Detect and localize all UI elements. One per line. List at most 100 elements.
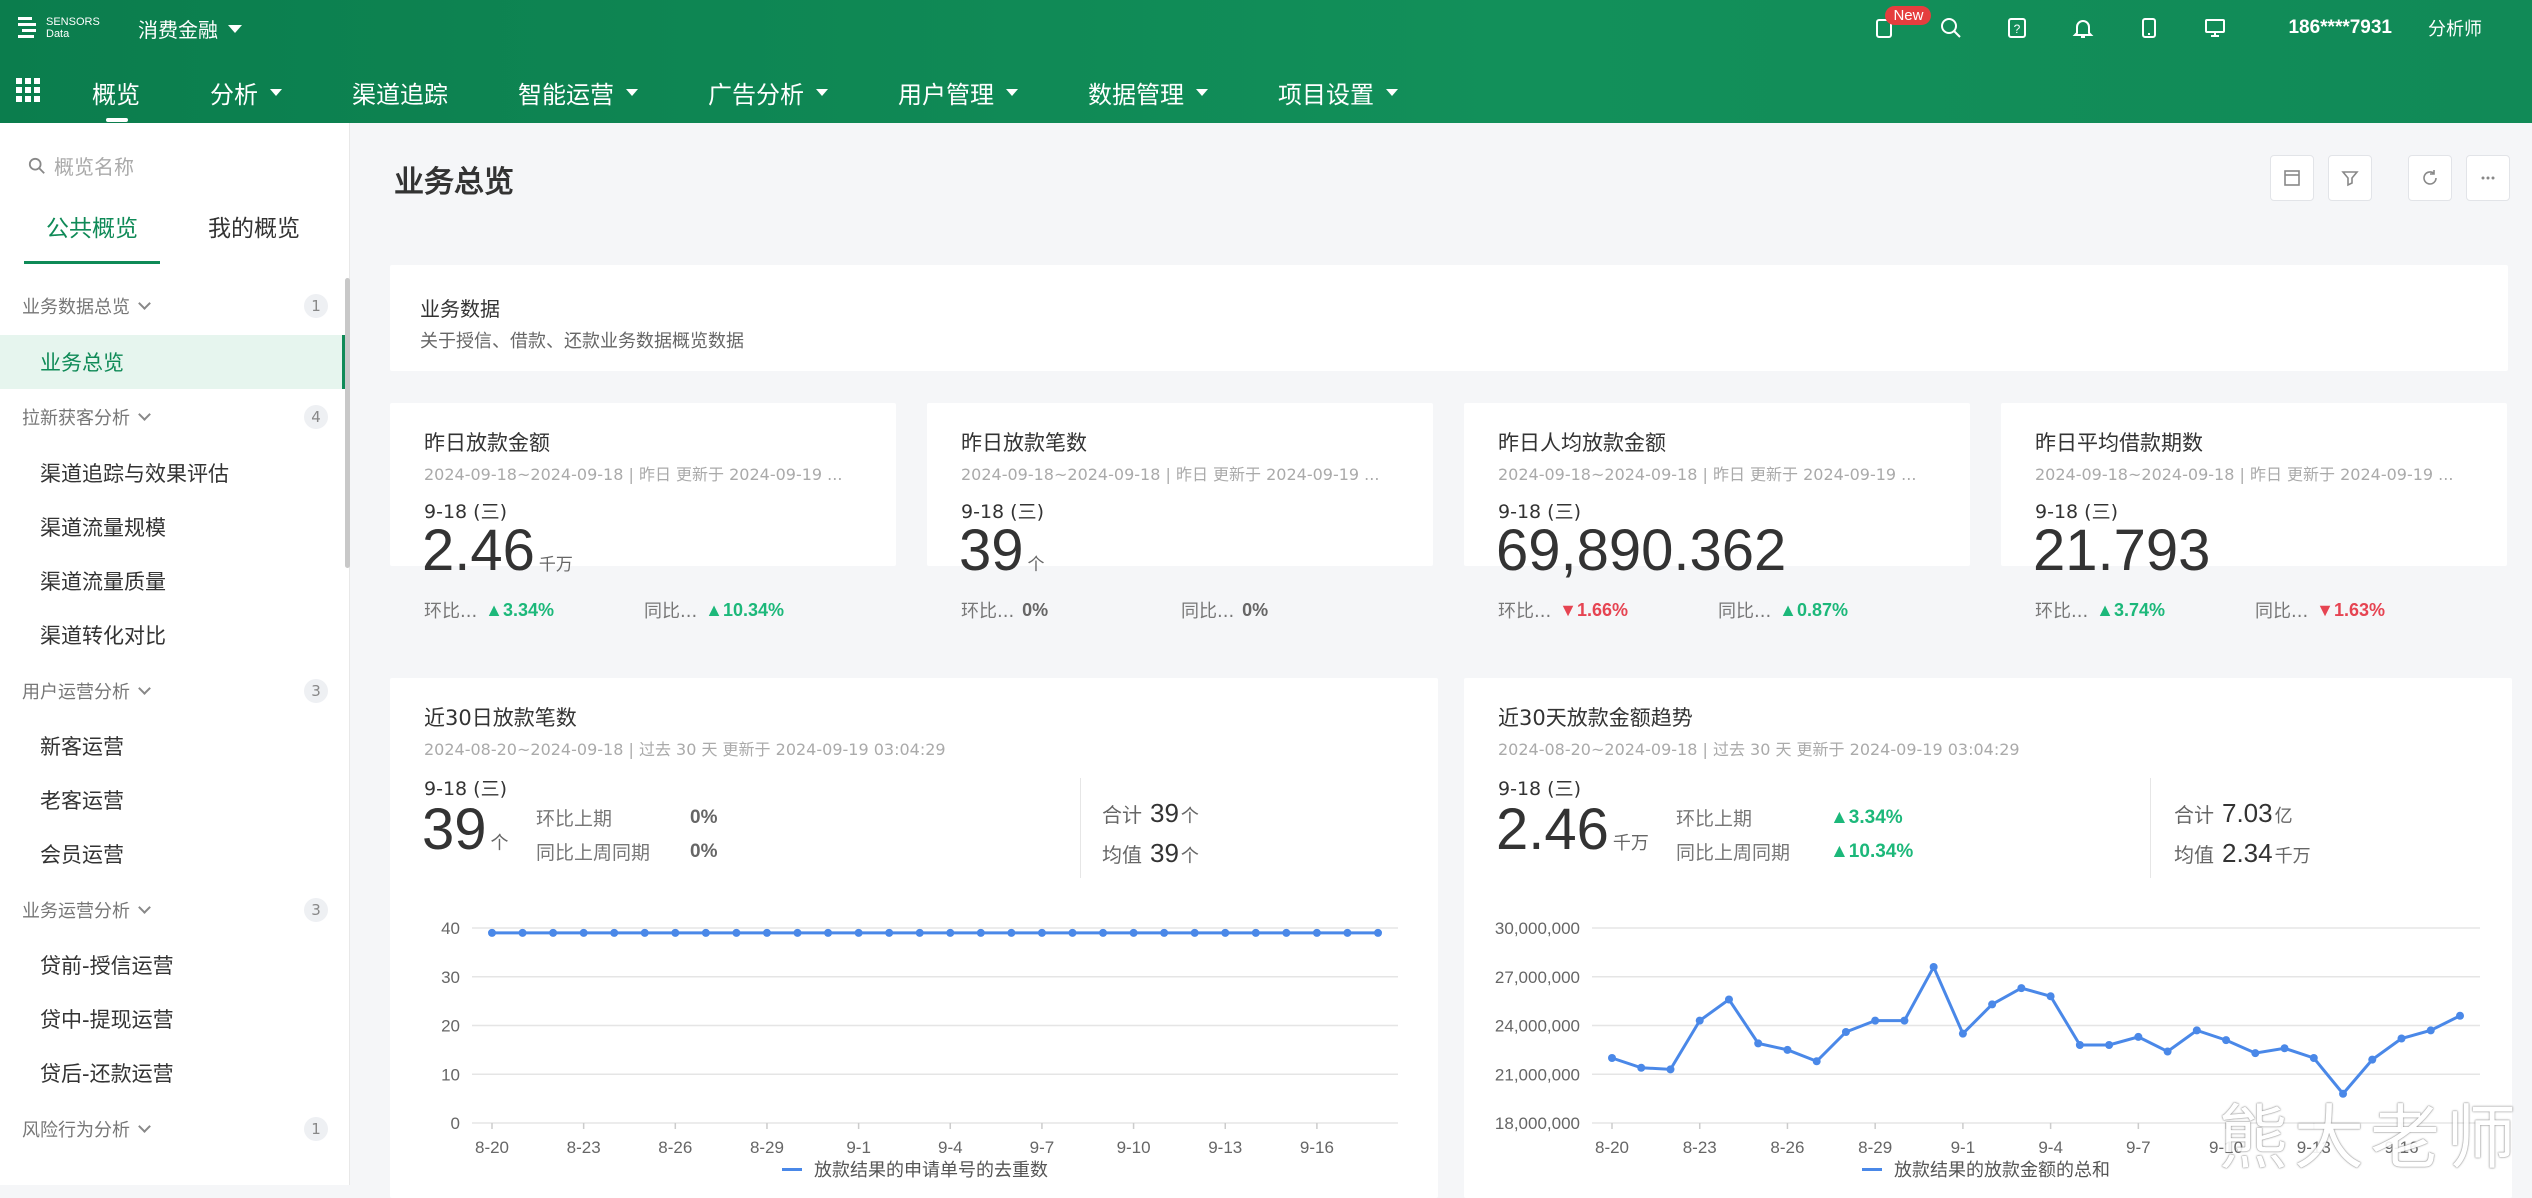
yoy-label: 同比... — [2255, 597, 2308, 623]
data-point — [1754, 1039, 1762, 1047]
nav-channel-tracking[interactable]: 渠道追踪 — [352, 70, 448, 114]
chevron-down-icon — [1386, 89, 1398, 96]
screen-button[interactable] — [2201, 14, 2229, 42]
sidebar-search[interactable]: 概览名称 — [28, 151, 134, 180]
kpi-value: 2.46千万 — [422, 521, 573, 595]
group-label: 拉新获客分析 — [22, 404, 130, 430]
kpi-value-number: 69,890.362 — [1496, 518, 1786, 583]
kpi-unit: 千万 — [539, 555, 573, 574]
nav-data-mgmt[interactable]: 数据管理 — [1088, 70, 1208, 114]
group-label: 风险行为分析 — [22, 1116, 130, 1142]
sidebar-group-user-ops[interactable]: 用户运营分析 3 — [22, 678, 328, 704]
project-selector[interactable]: 消费金融 — [138, 14, 242, 43]
more-icon — [2479, 169, 2497, 187]
data-point — [549, 929, 557, 937]
kpi-value: 21.793 — [2033, 521, 2214, 595]
data-point — [610, 929, 618, 937]
kpi-card[interactable]: 昨日平均借款期数 2024-09-18~2024-09-18 | 昨日 更新于 … — [2001, 403, 2507, 566]
more-button[interactable] — [2466, 155, 2510, 201]
notification-button[interactable] — [2069, 14, 2097, 42]
x-tick-label: 8-20 — [1595, 1138, 1629, 1157]
kpi-title: 昨日放款金额 — [424, 427, 550, 457]
nav-overview[interactable]: 概览 — [92, 70, 140, 114]
sidebar-group-risk[interactable]: 风险行为分析 1 — [22, 1116, 328, 1142]
sidebar-group-biz[interactable]: 业务数据总览 1 — [22, 293, 328, 319]
chevron-down-icon — [138, 901, 151, 914]
data-point — [1959, 1030, 1967, 1038]
new-badge: New — [1885, 6, 1931, 25]
sidebar-item[interactable]: 贷后-还款运营 — [0, 1046, 346, 1100]
data-point — [488, 929, 496, 937]
sidebar-item[interactable]: 贷中-提现运营 — [0, 992, 346, 1046]
sidebar-item-biz-overview[interactable]: 业务总览 — [0, 335, 346, 389]
yoy-value: ▲0.87% — [1779, 600, 1848, 621]
tab-public-overview[interactable]: 公共概览 — [24, 201, 160, 264]
chevron-down-icon — [138, 1120, 151, 1133]
group-count: 1 — [304, 294, 328, 318]
legend-swatch — [1862, 1168, 1882, 1171]
yoy-value: ▼1.63% — [2316, 600, 2385, 621]
sidebar-item[interactable]: 老客运营 — [0, 773, 346, 827]
group-count: 1 — [304, 1117, 328, 1141]
data-point — [2134, 1033, 2142, 1041]
sidebar-item[interactable]: 会员运营 — [0, 827, 346, 881]
kpi-value: 69,890.362 — [1496, 521, 1790, 595]
sidebar-group-acquisition[interactable]: 拉新获客分析 4 — [22, 404, 328, 430]
filter-button[interactable] — [2328, 155, 2372, 201]
nav-smart-ops[interactable]: 智能运营 — [518, 70, 638, 114]
sidebar-item[interactable]: 渠道追踪与效果评估 — [0, 446, 346, 500]
sidebar-item[interactable]: 渠道流量规模 — [0, 500, 346, 554]
mom-label: 环比... — [1498, 597, 1551, 623]
sidebar-item[interactable]: 新客运营 — [0, 719, 346, 773]
chart-legend[interactable]: 放款结果的申请单号的去重数 — [782, 1156, 1048, 1182]
nav-label: 项目设置 — [1278, 75, 1374, 110]
nav-label: 概览 — [92, 75, 140, 110]
data-point — [763, 929, 771, 937]
nav-user-mgmt[interactable]: 用户管理 — [898, 70, 1018, 114]
y-tick-label: 18,000,000 — [1495, 1114, 1580, 1133]
chart-card-loan-count[interactable]: 近30日放款笔数 2024-08-20~2024-09-18 | 过去 30 天… — [390, 678, 1438, 1198]
card-title: 业务数据 — [420, 293, 500, 322]
data-point — [2310, 1054, 2318, 1062]
top-header: SENSORS Data 消费金融 New ? — [0, 0, 2532, 123]
nav-ad-analysis[interactable]: 广告分析 — [708, 70, 828, 114]
search-button[interactable] — [1937, 14, 1965, 42]
user-role[interactable]: 分析师 — [2428, 15, 2482, 41]
kpi-card[interactable]: 昨日放款金额 2024-09-18~2024-09-18 | 昨日 更新于 20… — [390, 403, 896, 566]
x-tick-label: 9-13 — [1208, 1138, 1242, 1157]
data-point — [916, 929, 924, 937]
whats-new-button[interactable]: New — [1871, 14, 1899, 42]
apps-grid-icon[interactable] — [16, 78, 40, 102]
chart-legend[interactable]: 放款结果的放款金额的总和 — [1862, 1156, 2110, 1182]
data-point — [1282, 929, 1290, 937]
bell-icon — [2071, 16, 2095, 40]
data-point — [580, 929, 588, 937]
data-point — [1007, 929, 1015, 937]
user-account[interactable]: 186****7931 — [2288, 17, 2392, 39]
layout-button[interactable] — [2270, 155, 2314, 201]
x-tick-label: 8-26 — [658, 1138, 692, 1157]
data-point — [2164, 1048, 2172, 1056]
refresh-button[interactable] — [2408, 155, 2452, 201]
kpi-card[interactable]: 昨日人均放款金额 2024-09-18~2024-09-18 | 昨日 更新于 … — [1464, 403, 1970, 566]
mom-value: ▼1.66% — [1559, 600, 1628, 621]
sidebar-item[interactable]: 渠道转化对比 — [0, 608, 346, 662]
x-tick-label: 8-29 — [750, 1138, 784, 1157]
data-point — [1900, 1017, 1908, 1025]
help-button[interactable]: ? — [2003, 14, 2031, 42]
kpi-card[interactable]: 昨日放款笔数 2024-09-18~2024-09-18 | 昨日 更新于 20… — [927, 403, 1433, 566]
nav-analysis[interactable]: 分析 — [210, 70, 282, 114]
sidebar: 概览名称 公共概览 我的概览 业务数据总览 1 业务总览 拉新获客分析 4 渠道… — [0, 123, 350, 1185]
logo-text-2: Data — [46, 28, 100, 40]
chevron-down-icon — [138, 297, 151, 310]
data-point — [977, 929, 985, 937]
sidebar-group-biz-ops[interactable]: 业务运营分析 3 — [22, 897, 328, 923]
sidebar-item[interactable]: 渠道流量质量 — [0, 554, 346, 608]
sidebar-item[interactable]: 贷前-授信运营 — [0, 938, 346, 992]
mobile-button[interactable] — [2135, 14, 2163, 42]
data-point — [2456, 1012, 2464, 1020]
nav-project-settings[interactable]: 项目设置 — [1278, 70, 1398, 114]
data-point — [1343, 929, 1351, 937]
tab-my-overview[interactable]: 我的概览 — [186, 201, 322, 264]
sensors-logo[interactable]: SENSORS Data — [16, 12, 106, 44]
